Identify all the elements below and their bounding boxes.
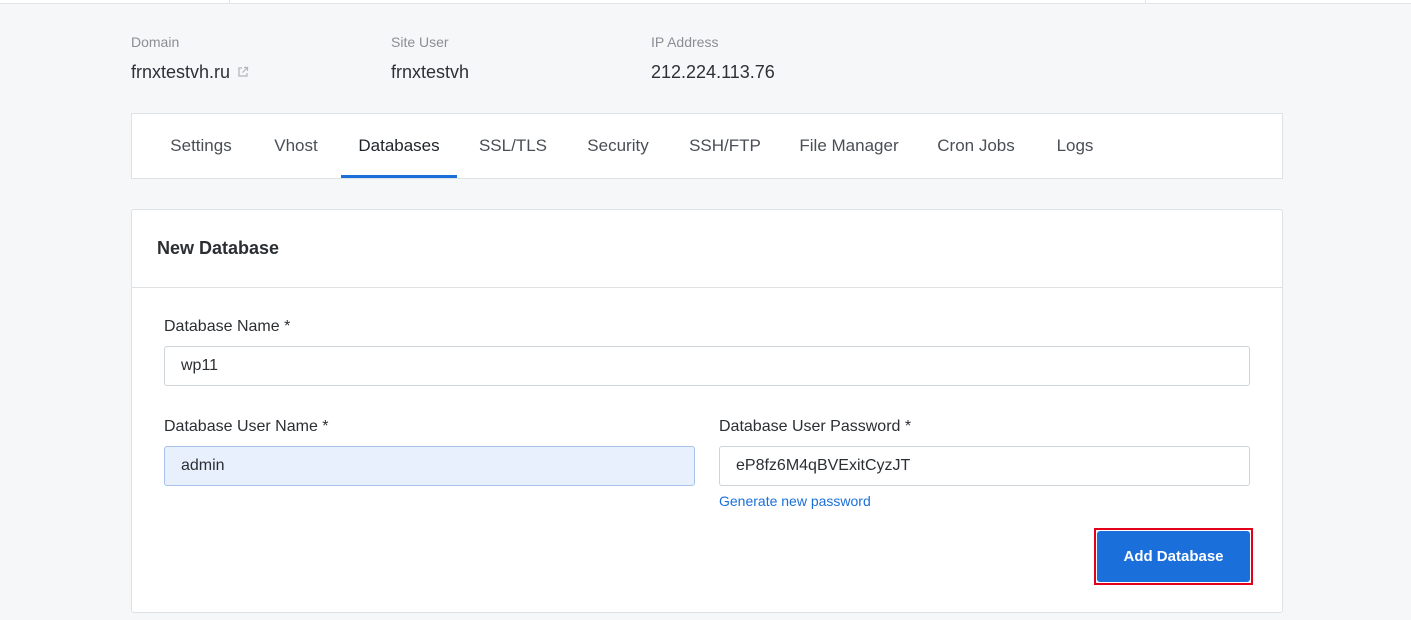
tab-databases[interactable]: Databases xyxy=(341,114,457,178)
domain-label: Domain xyxy=(131,34,180,50)
new-database-card: New Database Database Name * Database Us… xyxy=(131,209,1283,613)
tab-settings[interactable]: Settings xyxy=(152,114,250,178)
card-header: New Database xyxy=(132,210,1282,288)
database-user-password-input[interactable] xyxy=(719,446,1250,486)
database-user-name-label: Database User Name * xyxy=(164,418,329,435)
ip-address-value: 212.224.113.76 xyxy=(651,62,775,82)
tab-ssh-ftp[interactable]: SSH/FTP xyxy=(683,114,767,178)
database-user-name-input[interactable] xyxy=(164,446,695,486)
ip-address-label: IP Address xyxy=(651,34,719,50)
site-user-info: Site User frnxtestvh xyxy=(391,34,469,83)
tab-logs[interactable]: Logs xyxy=(1049,114,1101,178)
top-bar-divider xyxy=(229,0,230,3)
site-user-value: frnxtestvh xyxy=(391,62,470,82)
ip-address-info: IP Address 212.224.113.76 xyxy=(651,34,775,83)
site-user-label: Site User xyxy=(391,34,449,50)
database-name-label: Database Name * xyxy=(164,318,291,335)
database-user-password-label: Database User Password * xyxy=(719,418,912,435)
database-name-input[interactable] xyxy=(164,346,1250,386)
top-bar-edge xyxy=(0,0,1411,4)
tab-file-manager[interactable]: File Manager xyxy=(794,114,904,178)
tab-bar: Settings Vhost Databases SSL/TLS Securit… xyxy=(131,113,1283,179)
domain-link[interactable]: frnxtestvh.ru xyxy=(131,61,230,83)
tab-vhost[interactable]: Vhost xyxy=(265,114,327,178)
tab-security[interactable]: Security xyxy=(578,114,658,178)
external-link-icon[interactable] xyxy=(237,66,249,78)
card-title: New Database xyxy=(157,238,280,258)
top-bar-divider xyxy=(1145,0,1146,3)
add-database-button[interactable]: Add Database xyxy=(1097,531,1250,582)
tab-ssl-tls[interactable]: SSL/TLS xyxy=(471,114,555,178)
tab-cron-jobs[interactable]: Cron Jobs xyxy=(929,114,1023,178)
generate-password-link[interactable]: Generate new password xyxy=(719,493,871,509)
domain-info: Domain frnxtestvh.ru xyxy=(131,34,249,83)
